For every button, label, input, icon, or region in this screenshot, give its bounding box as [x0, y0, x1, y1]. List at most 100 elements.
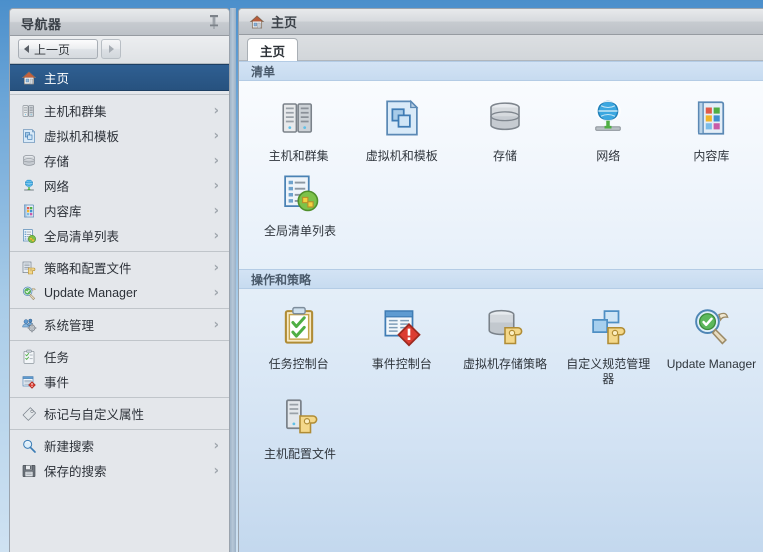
forward-button[interactable] [101, 39, 121, 59]
shortcut-label: 自定义规范管理器 [566, 357, 651, 386]
sidebar-item-4[interactable]: 网络 › [10, 173, 229, 198]
sidebar-item-12[interactable]: 标记与自定义属性 [10, 401, 229, 426]
shortcut-label: 全局清单列表 [263, 224, 336, 238]
shortcut-label: 事件控制台 [371, 357, 432, 371]
administration-icon [21, 317, 37, 333]
sidebar-item-8[interactable]: Update Manager › [10, 280, 229, 305]
home-icon [21, 70, 37, 86]
shortcut-customization-spec[interactable]: 自定义规范管理器 [557, 301, 660, 391]
sidebar-item-0[interactable]: 主页 [10, 64, 229, 91]
sidebar-item-2[interactable]: 虚拟机和模板 › [10, 123, 229, 148]
shortcut-global-inventory[interactable]: 全局清单列表 [247, 168, 353, 243]
shortcut-event-console[interactable]: 事件控制台 [350, 301, 453, 391]
sidebar-item-11[interactable]: 事件 [10, 369, 229, 394]
shortcut-label: 主机和群集 [268, 149, 329, 163]
shortcut-vm-storage-policies[interactable]: 虚拟机存储策略 [453, 301, 556, 391]
shortcut-label: 任务控制台 [268, 357, 329, 371]
section-title: 操作和策略 [251, 272, 312, 287]
sidebar-item-3[interactable]: 存储 › [10, 148, 229, 173]
sidebar-item-label: 保存的搜索 [44, 465, 107, 479]
navigator-item-list: 主页 主机和群集 › 虚拟机和模板 › 存储 › 网络 › 内容库 › 全局清单列表 › 策略和配置文件 ›… [10, 64, 229, 483]
sidebar-item-label: 主页 [44, 72, 70, 86]
sidebar-item-13[interactable]: 新建搜索 › [10, 433, 229, 458]
update-manager-icon [660, 301, 763, 351]
section-title: 清单 [251, 64, 276, 79]
chevron-right-icon: › [213, 178, 219, 193]
sidebar-item-1[interactable]: 主机和群集 › [10, 98, 229, 123]
shortcut-label: 存储 [493, 149, 518, 163]
shortcut-storage[interactable]: 存储 [453, 93, 556, 168]
sidebar-separator [10, 340, 229, 341]
sidebar-item-14[interactable]: 保存的搜索 › [10, 458, 229, 483]
shortcut-label: 内容库 [693, 149, 730, 163]
chevron-right-icon: › [213, 228, 219, 243]
shortcut-label: 主机配置文件 [263, 447, 336, 461]
chevron-right-icon: › [213, 438, 219, 453]
hosts-clusters-icon [247, 93, 350, 143]
sidebar-separator [10, 251, 229, 252]
sidebar-item-9[interactable]: 系统管理 › [10, 312, 229, 337]
new-search-icon [21, 438, 37, 454]
shortcut-network[interactable]: 网络 [557, 93, 660, 168]
vms-templates-icon [350, 93, 453, 143]
storage-icon [453, 93, 556, 143]
sidebar-item-label: 主机和群集 [44, 105, 107, 119]
section-header: 清单 [239, 61, 763, 81]
storage-icon [21, 153, 37, 169]
sidebar-item-label: 全局清单列表 [44, 230, 120, 244]
shortcut-update-manager[interactable]: Update Manager [660, 301, 763, 391]
shortcut-host-profiles[interactable]: 主机配置文件 [247, 391, 353, 466]
back-button-label: 上一页 [34, 42, 71, 57]
host-profiles-icon [247, 391, 353, 441]
sidebar-item-6[interactable]: 全局清单列表 › [10, 223, 229, 248]
sidebar-item-label: 存储 [44, 155, 70, 169]
sidebar-item-label: 虚拟机和模板 [44, 130, 120, 144]
navigator-panel: 导航器 上一页 主页 主机和群集 › 虚拟机和模板 › 存储 › 网络 › 内容库 › 全局清单列表 ›… [9, 8, 230, 552]
home-icon [249, 14, 265, 30]
event-console-icon [350, 301, 453, 351]
tab-home[interactable]: 主页 [247, 38, 299, 61]
icon-row: 主机配置文件 [239, 391, 763, 466]
shortcut-task-console[interactable]: 任务控制台 [247, 301, 350, 391]
panel-splitter[interactable] [230, 8, 236, 552]
task-console-icon [247, 301, 350, 351]
icon-row: 全局清单列表 [239, 168, 763, 243]
network-icon [21, 178, 37, 194]
tasks-icon [21, 349, 37, 365]
sidebar-item-label: 标记与自定义属性 [44, 408, 145, 422]
tab-strip: 主页 [239, 35, 763, 61]
shortcut-label: 网络 [596, 149, 621, 163]
chevron-right-icon: › [213, 317, 219, 332]
sidebar-separator [10, 429, 229, 430]
triangle-right-icon [108, 45, 114, 53]
triangle-left-icon [24, 45, 29, 53]
tab-home-label: 主页 [260, 44, 286, 59]
chevron-right-icon: › [213, 260, 219, 275]
chevron-right-icon: › [213, 285, 219, 300]
shortcut-vms-templates[interactable]: 虚拟机和模板 [350, 93, 453, 168]
tags-icon [21, 406, 37, 422]
pin-icon[interactable] [207, 14, 221, 30]
content-library-icon [21, 203, 37, 219]
navigator-title: 导航器 [21, 17, 62, 32]
sidebar-item-7[interactable]: 策略和配置文件 › [10, 255, 229, 280]
vsphere-client-window: 导航器 上一页 主页 主机和群集 › 虚拟机和模板 › 存储 › 网络 › 内容库 › 全局清单列表 ›… [0, 0, 763, 552]
main-panel: 主页 主页 清单主机和群集 虚拟机和模板 存储 网络 内容库全局清单列表操作和策略任务控… [238, 8, 763, 552]
chevron-right-icon: › [213, 153, 219, 168]
back-button[interactable]: 上一页 [18, 39, 98, 59]
shortcut-content-library[interactable]: 内容库 [660, 93, 763, 168]
sidebar-item-10[interactable]: 任务 [10, 344, 229, 369]
navigator-toolbar: 上一页 [10, 36, 229, 64]
sidebar-item-5[interactable]: 内容库 › [10, 198, 229, 223]
sidebar-item-label: 网络 [44, 180, 70, 194]
vm-storage-policies-icon [453, 301, 556, 351]
sidebar-item-label: 任务 [44, 351, 70, 365]
sidebar-separator [10, 308, 229, 309]
sidebar-item-label: 新建搜索 [44, 440, 95, 454]
main-header-title: 主页 [271, 15, 298, 30]
home-content-area: 清单主机和群集 虚拟机和模板 存储 网络 内容库全局清单列表操作和策略任务控制台 事件控制… [239, 61, 763, 552]
shortcut-hosts-clusters[interactable]: 主机和群集 [247, 93, 350, 168]
events-icon [21, 374, 37, 390]
icon-grid: 主机和群集 虚拟机和模板 存储 网络 内容库全局清单列表 [239, 81, 763, 243]
saved-search-icon [21, 463, 37, 479]
